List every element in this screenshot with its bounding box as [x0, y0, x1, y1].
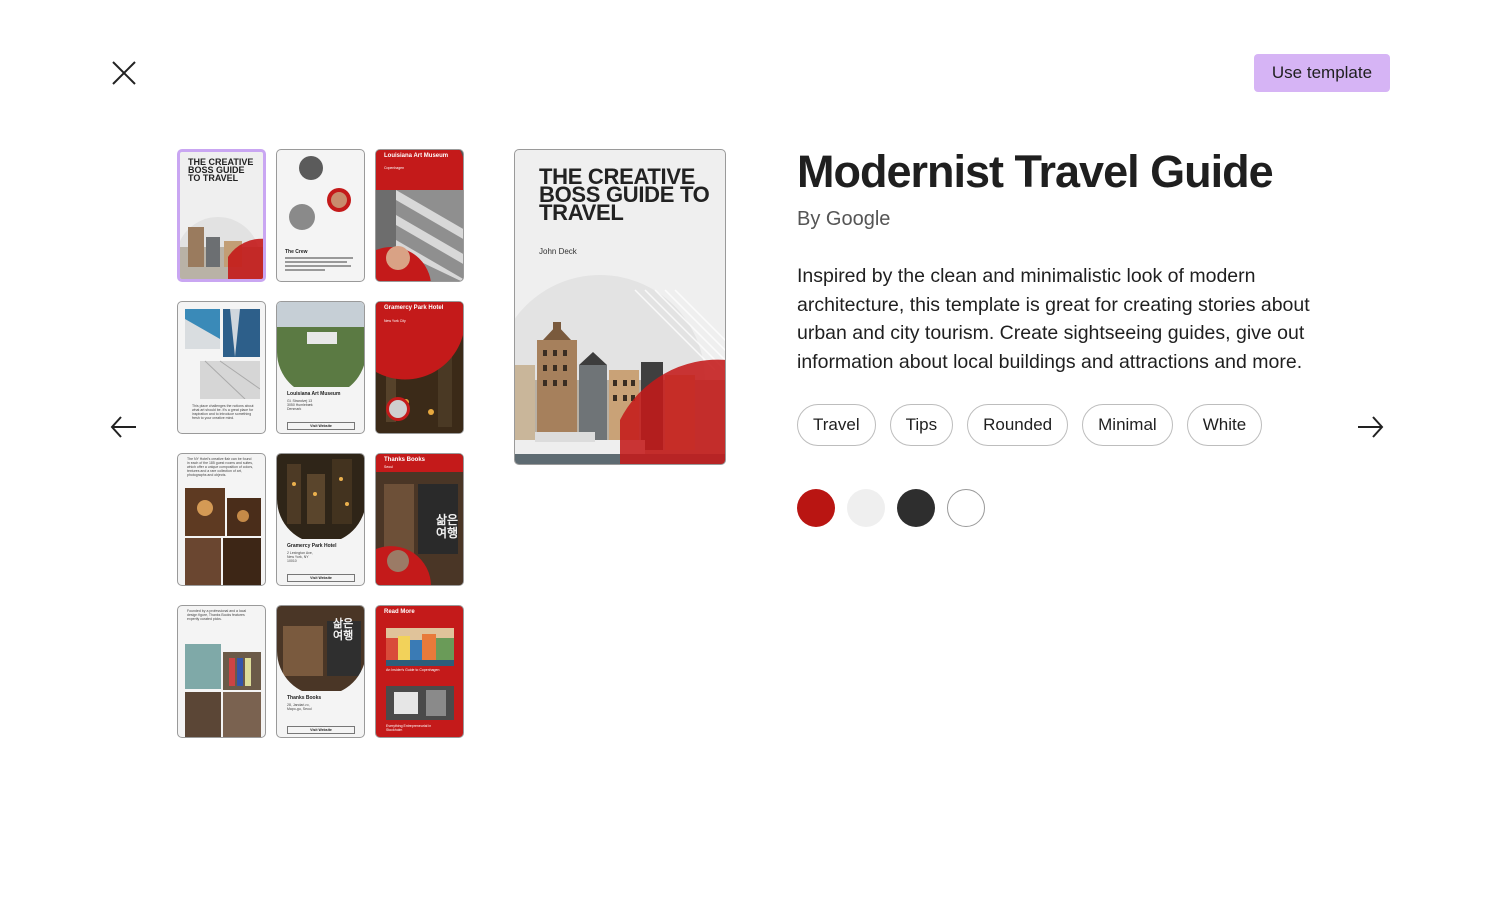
thumbnail-page-7[interactable]: The NY Hotel's creative flair can be fou…	[177, 453, 266, 586]
use-template-button[interactable]: Use template	[1254, 54, 1390, 92]
louisiana-label: Louisiana Art Museum	[384, 153, 449, 159]
visit-website-button[interactable]: Visit Website	[287, 574, 355, 582]
page-thumbnails: THE CREATIVE BOSS GUIDE TO TRAVEL The Cr…	[177, 149, 465, 739]
template-description: Inspired by the clean and minimalistic l…	[797, 265, 1310, 373]
tag-list: Travel Tips Rounded Minimal White	[797, 404, 1263, 446]
color-swatch-white[interactable]	[947, 489, 985, 527]
thanks-books-label: Thanks Books	[384, 457, 426, 463]
crew-label: The Crew	[285, 249, 308, 255]
arrow-right-icon	[1358, 416, 1384, 438]
thumbnail-page-10[interactable]: Founded by a professional and a local de…	[177, 605, 266, 738]
thumbnail-page-8[interactable]: Gramercy Park Hotel 2 Lexington Ave, New …	[276, 453, 365, 586]
next-button[interactable]	[1354, 411, 1386, 443]
tag-minimal[interactable]: Minimal	[1082, 404, 1173, 446]
close-icon	[112, 61, 136, 85]
thanks-card-title: Thanks Books	[287, 695, 322, 701]
visit-website-button[interactable]: Visit Website	[287, 726, 355, 734]
close-button[interactable]	[108, 57, 140, 89]
tag-rounded[interactable]: Rounded	[967, 404, 1069, 446]
tag-tips[interactable]: Tips	[889, 404, 954, 446]
read-more-label: Read More	[384, 609, 415, 615]
template-title: Modernist Travel Guide	[797, 146, 1274, 197]
thumbnail-page-6[interactable]: Gramercy Park Hotel New York City	[375, 301, 464, 434]
color-swatch-red[interactable]	[797, 489, 835, 527]
thumbnail-page-5[interactable]: Louisiana Art Museum Gl. Strandvej 13 305…	[276, 301, 365, 434]
thumbnail-page-1[interactable]: THE CREATIVE BOSS GUIDE TO TRAVEL	[177, 149, 266, 282]
thumbnail-page-9[interactable]: Thanks Books Seoul 삶은 여행	[375, 453, 464, 586]
color-palette	[797, 489, 985, 527]
color-swatch-dark-gray[interactable]	[897, 489, 935, 527]
preview-author: John Deck	[539, 247, 577, 256]
thumbnail-page-2[interactable]: The Crew	[276, 149, 365, 282]
thumbnail-page-12[interactable]: Read More An Insider's Guide to Copenhag…	[375, 605, 464, 738]
louisiana-card-title: Louisiana Art Museum	[287, 391, 341, 397]
thumbnail-page-11[interactable]: 삶은 여행 Thanks Books 28, Jandari-ro, Mapo-g…	[276, 605, 365, 738]
visit-website-button[interactable]: Visit Website	[287, 422, 355, 430]
arrow-left-icon	[110, 416, 136, 438]
gramercy-card-title: Gramercy Park Hotel	[287, 543, 337, 549]
thumbnail-page-4[interactable]: This place challenges the notions about …	[177, 301, 266, 434]
stockholm-photo	[515, 275, 725, 464]
template-author: By Google	[797, 208, 891, 230]
tag-travel[interactable]: Travel	[797, 404, 876, 446]
gramercy-label: Gramercy Park Hotel	[384, 305, 444, 311]
previous-button[interactable]	[108, 411, 140, 443]
template-preview: THE CREATIVE BOSS GUIDE TO TRAVEL John D…	[514, 149, 726, 465]
city-photo	[180, 217, 263, 279]
thumbnail-page-3[interactable]: Louisiana Art Museum Copenhagen	[375, 149, 464, 282]
color-swatch-light-gray[interactable]	[847, 489, 885, 527]
thumbnail-cover-title: THE CREATIVE BOSS GUIDE TO TRAVEL	[188, 157, 254, 183]
preview-title: THE CREATIVE BOSS GUIDE TO TRAVEL	[539, 164, 710, 225]
tag-white[interactable]: White	[1186, 404, 1263, 446]
